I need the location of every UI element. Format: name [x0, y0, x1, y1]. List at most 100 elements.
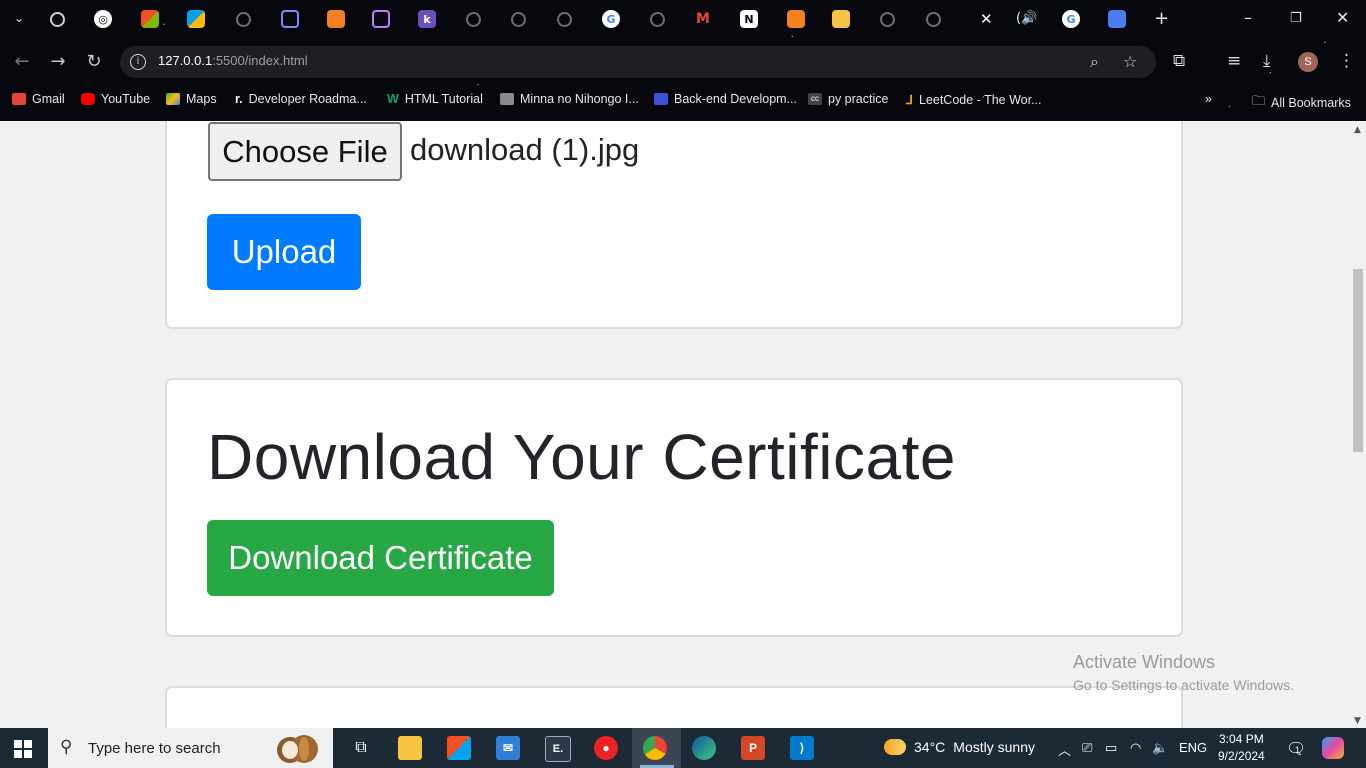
- globe-tab-icon-2[interactable]: [466, 12, 481, 27]
- download-certificate-button[interactable]: Download Certificate: [207, 520, 554, 596]
- forward-button[interactable]: →: [46, 50, 70, 74]
- cube-tab-icon-2[interactable]: [372, 10, 390, 28]
- gemini-tab-icon[interactable]: [1108, 10, 1126, 28]
- extensions-icon[interactable]: ⧉: [1173, 51, 1185, 71]
- battery-icon[interactable]: ▭: [1105, 740, 1117, 756]
- scrollbar-thumb[interactable]: [1353, 269, 1363, 452]
- tray-overflow-chevron-icon[interactable]: ︿: [1058, 740, 1071, 759]
- site-info-icon[interactable]: i: [130, 54, 146, 70]
- choose-file-button[interactable]: Choose File: [208, 122, 402, 181]
- profile-avatar[interactable]: S: [1298, 52, 1318, 72]
- globe-tab-icon-3[interactable]: [511, 12, 526, 27]
- scroll-up-arrow-icon[interactable]: ▲: [1354, 125, 1361, 135]
- gmail-tab-icon[interactable]: M: [694, 10, 712, 28]
- zoom-icon[interactable]: ⌕: [1090, 52, 1099, 72]
- notification-center-icon[interactable]: 🗨 1: [1286, 739, 1306, 759]
- minimize-button[interactable]: –: [1244, 8, 1252, 27]
- bookmark-gmail[interactable]: Gmail: [12, 92, 65, 106]
- gmail-icon: [12, 93, 26, 105]
- notification-count-badge: 1: [1295, 745, 1301, 755]
- bookmark-leetcode[interactable]: ⅃ LeetCode - The Wor...: [906, 92, 1042, 108]
- bookmark-youtube[interactable]: YouTube: [81, 92, 150, 106]
- download-card: Download Your Certificate Download Certi…: [165, 378, 1183, 637]
- google-tab-icon[interactable]: G: [602, 10, 620, 28]
- taskbar-search-box[interactable]: ⚲ Type here to search: [48, 728, 333, 768]
- bookmark-star-icon[interactable]: ☆: [1123, 52, 1137, 71]
- cc-icon: cc: [808, 93, 822, 105]
- globe-tab-icon-4[interactable]: [557, 12, 572, 27]
- wifi-icon[interactable]: ◠: [1130, 740, 1141, 756]
- restore-button[interactable]: ❐: [1290, 11, 1302, 26]
- powerpoint-icon[interactable]: P: [741, 736, 765, 760]
- menu-kebab-icon[interactable]: ⋮: [1338, 51, 1355, 71]
- minna-icon: [500, 93, 514, 105]
- bookmark-minna-no-nihongo[interactable]: Minna no Nihongo I...: [500, 92, 639, 106]
- new-tab-button[interactable]: +: [1154, 8, 1169, 29]
- leetcode-icon: ⅃: [906, 93, 913, 107]
- youtube-icon: [81, 93, 95, 105]
- mail-icon[interactable]: ✉: [496, 736, 520, 760]
- windows-taskbar: ⚲ Type here to search ⧉ ✉ E. ● P ⟩ 34°C …: [0, 728, 1366, 768]
- page-scrollbar[interactable]: ▲ ▼: [1350, 121, 1366, 728]
- bookmarks-overflow-chevron-icon[interactable]: »: [1205, 92, 1212, 106]
- activate-windows-watermark: Activate Windows Go to Settings to activ…: [1073, 652, 1294, 693]
- tab-search-chevron-icon[interactable]: ⌄: [14, 11, 24, 25]
- clock-time: 3:04 PM: [1219, 732, 1264, 746]
- reload-button[interactable]: ↻: [82, 50, 106, 74]
- all-bookmarks-folder[interactable]: 🗀 All Bookmarks: [1252, 92, 1351, 114]
- next-card: [165, 686, 1183, 728]
- audio-playing-icon: (🔊: [1016, 11, 1038, 26]
- cube-tab-icon[interactable]: [281, 10, 299, 28]
- upload-button[interactable]: Upload: [207, 214, 361, 290]
- language-indicator[interactable]: ENG: [1179, 740, 1207, 755]
- weather-description: Mostly sunny: [953, 739, 1035, 755]
- globe-tab-icon-5[interactable]: [650, 12, 665, 27]
- copilot-icon[interactable]: [1322, 737, 1344, 759]
- edge-icon[interactable]: [692, 736, 716, 760]
- weather-widget[interactable]: 34°C Mostly sunny: [884, 739, 1035, 755]
- hashnode-tab-icon[interactable]: k: [418, 10, 436, 28]
- bookmark-py-practice[interactable]: cc py practice: [808, 92, 888, 106]
- coconut-search-highlight-icon: [277, 735, 318, 763]
- vscode-icon[interactable]: ⟩: [790, 736, 814, 760]
- microsoft-store-icon[interactable]: [447, 736, 471, 760]
- task-view-icon[interactable]: ⧉: [349, 736, 373, 760]
- bookmark-developer-roadmap[interactable]: r. Developer Roadma...: [235, 92, 367, 106]
- downloads-icon[interactable]: ⤓: [1263, 51, 1271, 71]
- terminal-icon[interactable]: E.: [545, 736, 571, 762]
- volume-icon[interactable]: 🔈: [1152, 740, 1168, 756]
- clock[interactable]: 3:04 PM 9/2/2024: [1218, 731, 1265, 765]
- chrome-taskbar-icon[interactable]: [643, 736, 667, 760]
- hexagon-tab-icon[interactable]: [327, 10, 345, 28]
- bookmark-back-end-development[interactable]: Back-end Developm...: [654, 92, 797, 106]
- box-tab-icon[interactable]: [832, 10, 850, 28]
- bookmark-html-tutorial[interactable]: W HTML Tutorial: [387, 92, 483, 106]
- scroll-down-arrow-icon[interactable]: ▼: [1354, 716, 1361, 726]
- maps-icon: [166, 93, 180, 105]
- google-tab-icon-2[interactable]: G: [1062, 10, 1080, 28]
- globe-tab-icon-7[interactable]: [926, 12, 941, 27]
- url-text[interactable]: 127.0.0.1:5500/index.html: [158, 53, 308, 68]
- chatgpt-tab-icon[interactable]: [50, 12, 65, 27]
- file-explorer-icon[interactable]: [398, 736, 422, 760]
- folder-icon: 🗀: [1252, 93, 1266, 108]
- roadmap-icon: r.: [235, 92, 243, 106]
- meet-now-icon[interactable]: ⎚: [1082, 740, 1092, 756]
- address-bar[interactable]: i 127.0.0.1:5500/index.html ⌕ ☆: [120, 46, 1156, 78]
- notion-tab-icon[interactable]: N: [740, 10, 758, 28]
- microsoft-tab-icon[interactable]: [141, 10, 159, 28]
- window-close-button[interactable]: ✕: [1336, 8, 1349, 27]
- bookmark-maps[interactable]: Maps: [166, 92, 217, 106]
- microsoft-tab-icon-2[interactable]: [187, 10, 205, 28]
- globe-tab-icon[interactable]: [236, 12, 251, 27]
- windows-start-button[interactable]: [14, 740, 32, 758]
- media-controls-icon[interactable]: ≡: [1227, 51, 1241, 71]
- close-tab-icon[interactable]: ✕: [980, 10, 993, 28]
- chatgpt-active-tab-icon[interactable]: ◎: [94, 10, 112, 28]
- back-button[interactable]: ←: [10, 50, 34, 74]
- record-app-icon[interactable]: ●: [594, 736, 618, 760]
- hexagon-tab-icon-2[interactable]: [787, 10, 805, 28]
- globe-tab-icon-6[interactable]: [880, 12, 895, 27]
- start-logo-tile: [24, 740, 32, 748]
- search-placeholder: Type here to search: [88, 740, 221, 757]
